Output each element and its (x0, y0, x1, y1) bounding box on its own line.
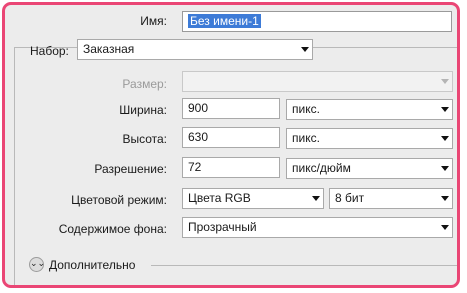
advanced-divider (151, 265, 457, 266)
double-chevron-down-icon[interactable]: ⌄⌄ (29, 257, 45, 272)
size-label: Размер: (122, 77, 167, 91)
height-value: 630 (188, 130, 209, 144)
preset-value: Заказная (83, 42, 135, 56)
bit-depth-value: 8 бит (335, 191, 365, 205)
color-mode-select[interactable]: Цвета RGB (182, 188, 324, 209)
new-document-dialog: Имя: Без имени-1 Набор: Заказная Размер:… (2, 2, 460, 288)
name-label: Имя: (140, 14, 167, 28)
chevron-down-icon (441, 79, 449, 84)
background-label: Содержимое фона: (58, 222, 167, 236)
width-label: Ширина: (119, 103, 167, 117)
height-unit-select[interactable]: пикс. (286, 128, 453, 149)
background-select[interactable]: Прозрачный (182, 217, 453, 238)
name-value: Без имени-1 (188, 14, 261, 28)
color-mode-label: Цветовой режим: (71, 193, 167, 207)
width-unit-value: пикс. (292, 102, 320, 116)
chevron-down-icon (312, 196, 320, 201)
preset-label: Набор: (30, 44, 69, 58)
bit-depth-select[interactable]: 8 бит (329, 188, 453, 209)
chevron-down-icon (441, 136, 449, 141)
advanced-label[interactable]: Дополнительно (49, 258, 135, 272)
resolution-input[interactable]: 72 (182, 157, 280, 178)
width-value: 900 (188, 101, 209, 115)
chevron-down-icon (441, 166, 449, 171)
name-input[interactable]: Без имени-1 (182, 11, 452, 32)
size-select[interactable] (182, 71, 453, 92)
resolution-label: Разрешение: (94, 162, 167, 176)
chevron-down-icon (301, 47, 309, 52)
resolution-unit-value: пикс/дюйм (292, 161, 351, 175)
height-label: Высота: (122, 132, 167, 146)
height-input[interactable]: 630 (182, 127, 280, 148)
width-input[interactable]: 900 (182, 98, 280, 119)
color-mode-value: Цвета RGB (188, 191, 251, 205)
chevron-down-icon (441, 196, 449, 201)
chevron-down-icon (441, 225, 449, 230)
preset-select[interactable]: Заказная (77, 39, 313, 60)
chevron-down-icon (441, 107, 449, 112)
width-unit-select[interactable]: пикс. (286, 99, 453, 120)
resolution-unit-select[interactable]: пикс/дюйм (286, 158, 453, 179)
height-unit-value: пикс. (292, 131, 320, 145)
background-value: Прозрачный (188, 220, 257, 234)
resolution-value: 72 (188, 160, 202, 174)
